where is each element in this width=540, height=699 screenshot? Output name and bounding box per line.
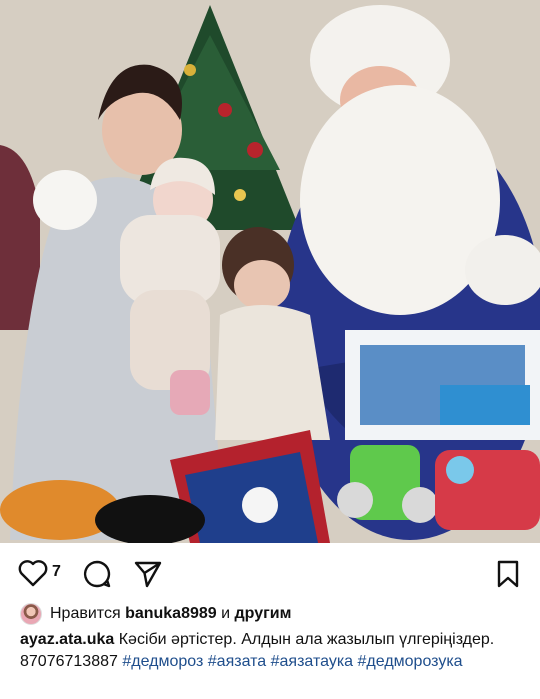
liked-by-others-link[interactable]: другим [235,605,292,623]
send-icon[interactable] [133,559,163,594]
bookmark-icon[interactable] [495,559,521,594]
liked-by-prefix: Нравится [50,605,121,622]
hashtag-link[interactable]: #дедмороз [122,653,203,670]
like-count[interactable]: 7 [52,563,61,581]
heart-icon[interactable] [18,559,48,592]
liked-by-and: и [221,605,231,622]
liked-by-row: Нравится banuka8989 и другим [20,603,291,625]
hashtag-link[interactable]: #дедморозука [358,653,463,670]
comment-icon[interactable] [82,559,112,594]
hashtag-link[interactable]: #аязата [208,653,266,670]
avatar[interactable] [20,603,42,625]
post-actions-bar [0,555,540,591]
liked-by-user-link[interactable]: banuka8989 [125,605,217,623]
photo-illustration [0,0,540,543]
post-caption: ayaz.ata.uka Кәсіби әртістер. Алдын ала … [20,629,525,673]
caption-username-link[interactable]: ayaz.ata.uka [20,631,114,648]
post-photo[interactable] [0,0,540,543]
hashtag-link[interactable]: #аязатаука [271,653,353,670]
